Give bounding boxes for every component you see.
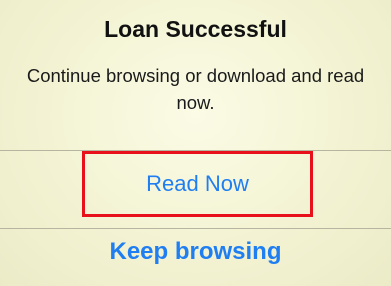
dialog-message: Continue browsing or download and read n…	[26, 65, 365, 113]
loan-success-dialog: Loan Successful Continue browsing or dow…	[0, 0, 391, 286]
read-now-button[interactable]: Read Now	[82, 151, 313, 217]
dialog-title: Loan Successful	[104, 16, 287, 42]
read-now-row: Read Now	[0, 151, 391, 228]
keep-browsing-button[interactable]: Keep browsing	[0, 229, 391, 286]
